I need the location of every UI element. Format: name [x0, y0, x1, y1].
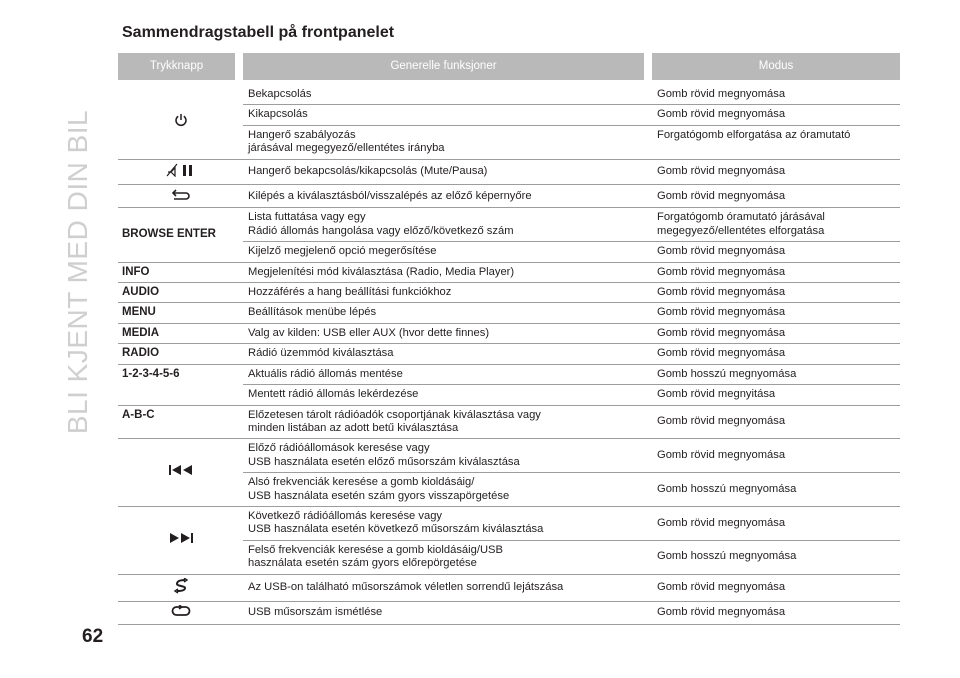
- key-back: [118, 185, 243, 209]
- table-row: USB műsorszám ismétlése Gomb rövid megny…: [118, 602, 900, 626]
- table-row: Előző rádióállomások keresése vagy USB ha…: [118, 439, 900, 507]
- function-cell: Bekapcsolás: [243, 80, 652, 106]
- mode-cell: Gomb hosszú megnyomása: [652, 365, 900, 386]
- table-row: AUDIO Hozzáférés a hang beállítási funkc…: [118, 283, 900, 304]
- header-button: Trykknapp: [118, 53, 243, 80]
- mode-cell: Gomb rövid megnyomása: [652, 439, 900, 474]
- mode-cell: Gomb rövid megnyomása: [652, 160, 900, 186]
- table-row: Hangerő bekapcsolás/kikapcsolás (Mute/Pa…: [118, 160, 900, 186]
- mode-cell: Gomb rövid megnyomása: [652, 242, 900, 263]
- key-browse-enter: BROWSE ENTER: [118, 208, 243, 263]
- key-info: INFO: [118, 263, 243, 284]
- function-cell: Kijelző megjelenő opció megerősítése: [243, 242, 652, 263]
- table-row: MEDIA Valg av kilden: USB eller AUX (hvo…: [118, 324, 900, 345]
- table-row: Kilépés a kiválasztásból/visszalépés az …: [118, 185, 900, 209]
- table-row: RADIO Rádió üzemmód kiválasztása Gomb rö…: [118, 344, 900, 365]
- table-row: 1-2-3-4-5-6 Aktuális rádió állomás menté…: [118, 365, 900, 406]
- power-icon: [174, 113, 188, 131]
- function-cell: Előzetesen tárolt rádióadók csoportjának…: [243, 406, 652, 440]
- table-row: Az USB-on található műsorszámok véletlen…: [118, 575, 900, 602]
- key-power: [118, 80, 243, 160]
- mode-cell: Gomb rövid megnyitása: [652, 385, 900, 406]
- key-menu: MENU: [118, 303, 243, 324]
- mode-cell: Gomb rövid megnyomása: [652, 303, 900, 324]
- mode-cell: Gomb hosszú megnyomása: [652, 541, 900, 575]
- header-functions: Generelle funksjoner: [243, 53, 652, 80]
- section-title: Sammendragstabell på frontpanelet: [122, 24, 395, 41]
- key-abc: A-B-C: [118, 406, 243, 440]
- chapter-side-title-text: BLI KJENT MED DIN BIL: [62, 109, 93, 435]
- function-cell: Kikapcsolás: [243, 105, 652, 126]
- mode-cell: Gomb rövid megnyomása: [652, 283, 900, 304]
- table-row: MENU Beállítások menübe lépés Gomb rövid…: [118, 303, 900, 324]
- function-cell: USB műsorszám ismétlése: [243, 602, 652, 626]
- function-cell: Hangerő szabályozás járásával megegyező/e…: [243, 126, 652, 160]
- mode-cell: Gomb rövid megnyomása: [652, 406, 900, 440]
- function-cell: Valg av kilden: USB eller AUX (hvor dett…: [243, 324, 652, 345]
- mode-cell: Gomb rövid megnyomása: [652, 185, 900, 209]
- function-cell: Hozzáférés a hang beállítási funkciókhoz: [243, 283, 652, 304]
- function-cell: Következő rádióállomás keresése vagy USB …: [243, 507, 652, 541]
- function-cell: Hangerő bekapcsolás/kikapcsolás (Mute/Pa…: [243, 160, 652, 186]
- key-radio: RADIO: [118, 344, 243, 365]
- shuffle-icon: [173, 576, 189, 598]
- function-cell: Előző rádióállomások keresése vagy USB ha…: [243, 439, 652, 474]
- mute-pause-icon: [166, 163, 196, 181]
- function-cell: Rádió üzemmód kiválasztása: [243, 344, 652, 365]
- header-mode: Modus: [652, 53, 900, 80]
- page-number: 62: [82, 626, 104, 647]
- key-previous: [118, 439, 243, 507]
- mode-cell: Gomb rövid megnyomása: [652, 105, 900, 126]
- mode-cell: Gomb rövid megnyomása: [652, 263, 900, 284]
- function-cell: Lista futtatása vagy egy Rádió állomás ha…: [243, 208, 652, 243]
- mode-cell: Gomb hosszú megnyomása: [652, 473, 900, 507]
- function-cell: Felső frekvenciák keresése a gomb kioldá…: [243, 541, 652, 575]
- table-header-row: Trykknapp Generelle funksjoner Modus: [118, 53, 900, 80]
- mode-cell: Forgatógomb óramutató járásával megegyező…: [652, 208, 900, 243]
- previous-track-icon: [168, 464, 194, 480]
- mode-cell: Gomb rövid megnyomása: [652, 80, 900, 106]
- function-cell: Mentett rádió állomás lekérdezése: [243, 385, 652, 406]
- mode-cell: Gomb rövid megnyomása: [652, 575, 900, 602]
- table-row: A-B-C Előzetesen tárolt rádióadók csopor…: [118, 406, 900, 440]
- next-track-icon: [168, 532, 194, 548]
- function-cell: Kilépés a kiválasztásból/visszalépés az …: [243, 185, 652, 209]
- function-cell: Alsó frekvenciák keresése a gomb kioldás…: [243, 473, 652, 507]
- key-shuffle: [118, 575, 243, 602]
- mode-cell: Gomb rövid megnyomása: [652, 344, 900, 365]
- repeat-icon: [171, 604, 191, 621]
- key-next: [118, 507, 243, 575]
- mode-cell: Gomb rövid megnyomása: [652, 602, 900, 626]
- key-audio: AUDIO: [118, 283, 243, 304]
- function-cell: Az USB-on található műsorszámok véletlen…: [243, 575, 652, 602]
- table-row: INFO Megjelenítési mód kiválasztása (Rad…: [118, 263, 900, 284]
- function-cell: Aktuális rádió állomás mentése: [243, 365, 652, 386]
- mode-cell: Gomb rövid megnyomása: [652, 507, 900, 541]
- key-mute-pause: [118, 160, 243, 186]
- mode-cell: Forgatógomb elforgatása az óramutató: [652, 126, 900, 160]
- table-row: Következő rádióállomás keresése vagy USB …: [118, 507, 900, 575]
- table-row: BROWSE ENTER Lista futtatása vagy egy Rád…: [118, 208, 900, 263]
- key-presets: 1-2-3-4-5-6: [118, 365, 243, 406]
- function-cell: Megjelenítési mód kiválasztása (Radio, M…: [243, 263, 652, 284]
- front-panel-summary-table: Trykknapp Generelle funksjoner Modus Bek…: [118, 53, 900, 626]
- key-media: MEDIA: [118, 324, 243, 345]
- key-repeat: [118, 602, 243, 626]
- mode-cell: Gomb rövid megnyomása: [652, 324, 900, 345]
- back-arrow-icon: [171, 188, 191, 204]
- function-cell: Beállítások menübe lépés: [243, 303, 652, 324]
- table-row: Bekapcsolás Gomb rövid megnyomása: [118, 80, 900, 160]
- table-body: Bekapcsolás Gomb rövid megnyomása Kikapc…: [118, 80, 900, 626]
